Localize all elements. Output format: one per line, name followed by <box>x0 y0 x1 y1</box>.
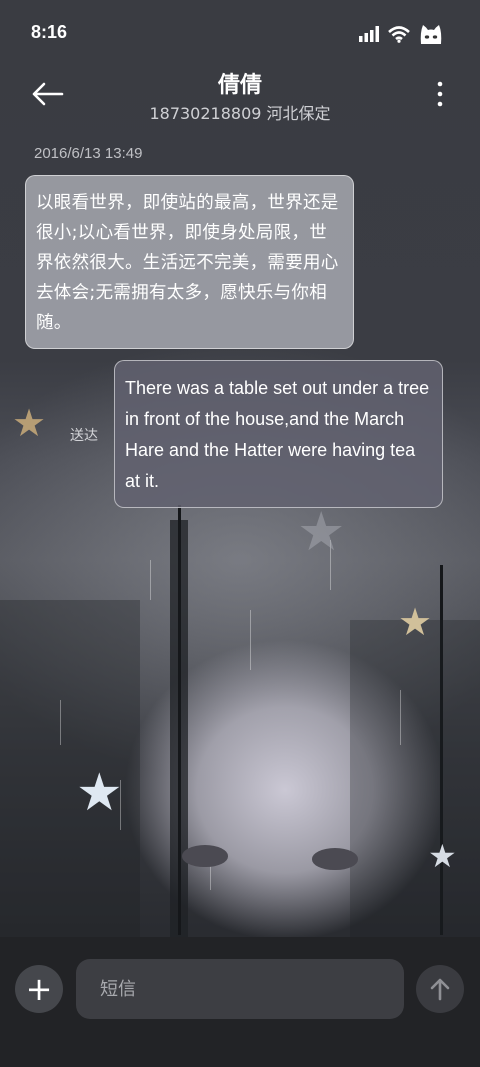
outgoing-message-text: There was a table set out under a tree i… <box>125 378 430 491</box>
signal-icon <box>359 26 379 42</box>
mascot-icon <box>420 25 442 44</box>
star-icon: ★ <box>12 401 47 445</box>
mascot-eye-right <box>312 848 358 870</box>
send-button[interactable] <box>416 965 464 1013</box>
star-icon: ★ <box>297 500 346 563</box>
incoming-message-bubble[interactable]: 以眼看世界，即使站的最高，世界还是很小;以心看世界，即使身处局限，世界依然很大。… <box>25 175 354 349</box>
contact-detail: 18730218809 河北保定 <box>149 104 331 123</box>
contact-name: 倩倩 <box>217 73 262 98</box>
conversation-header: 倩倩 18730218809 河北保定 <box>0 62 480 132</box>
wifi-icon <box>388 25 410 43</box>
star-icon: ★ <box>428 837 457 875</box>
star-icon: ★ <box>76 763 123 823</box>
outgoing-message-bubble[interactable]: There was a table set out under a tree i… <box>114 360 443 508</box>
star-icon: ★ <box>398 600 433 644</box>
status-bar: 8:16 <box>0 0 480 68</box>
delivery-status: 送达 <box>70 428 98 444</box>
message-input[interactable] <box>76 959 404 1019</box>
more-options-icon[interactable] <box>436 80 444 108</box>
mascot-eye-left <box>182 845 228 867</box>
plus-icon: + <box>25 970 53 1008</box>
forest-silhouette-right <box>350 620 480 940</box>
status-time: 8:16 <box>31 22 68 42</box>
swing-chain-left <box>178 505 181 935</box>
send-arrow-icon <box>430 978 450 1001</box>
incoming-message-text: 以眼看世界，即使站的最高，世界还是很小;以心看世界，即使身处局限，世界依然很大。… <box>36 193 339 333</box>
status-icons <box>358 22 444 46</box>
message-timestamp: 2016/6/13 13:49 <box>34 145 143 162</box>
add-attachment-button[interactable]: + <box>15 965 63 1013</box>
